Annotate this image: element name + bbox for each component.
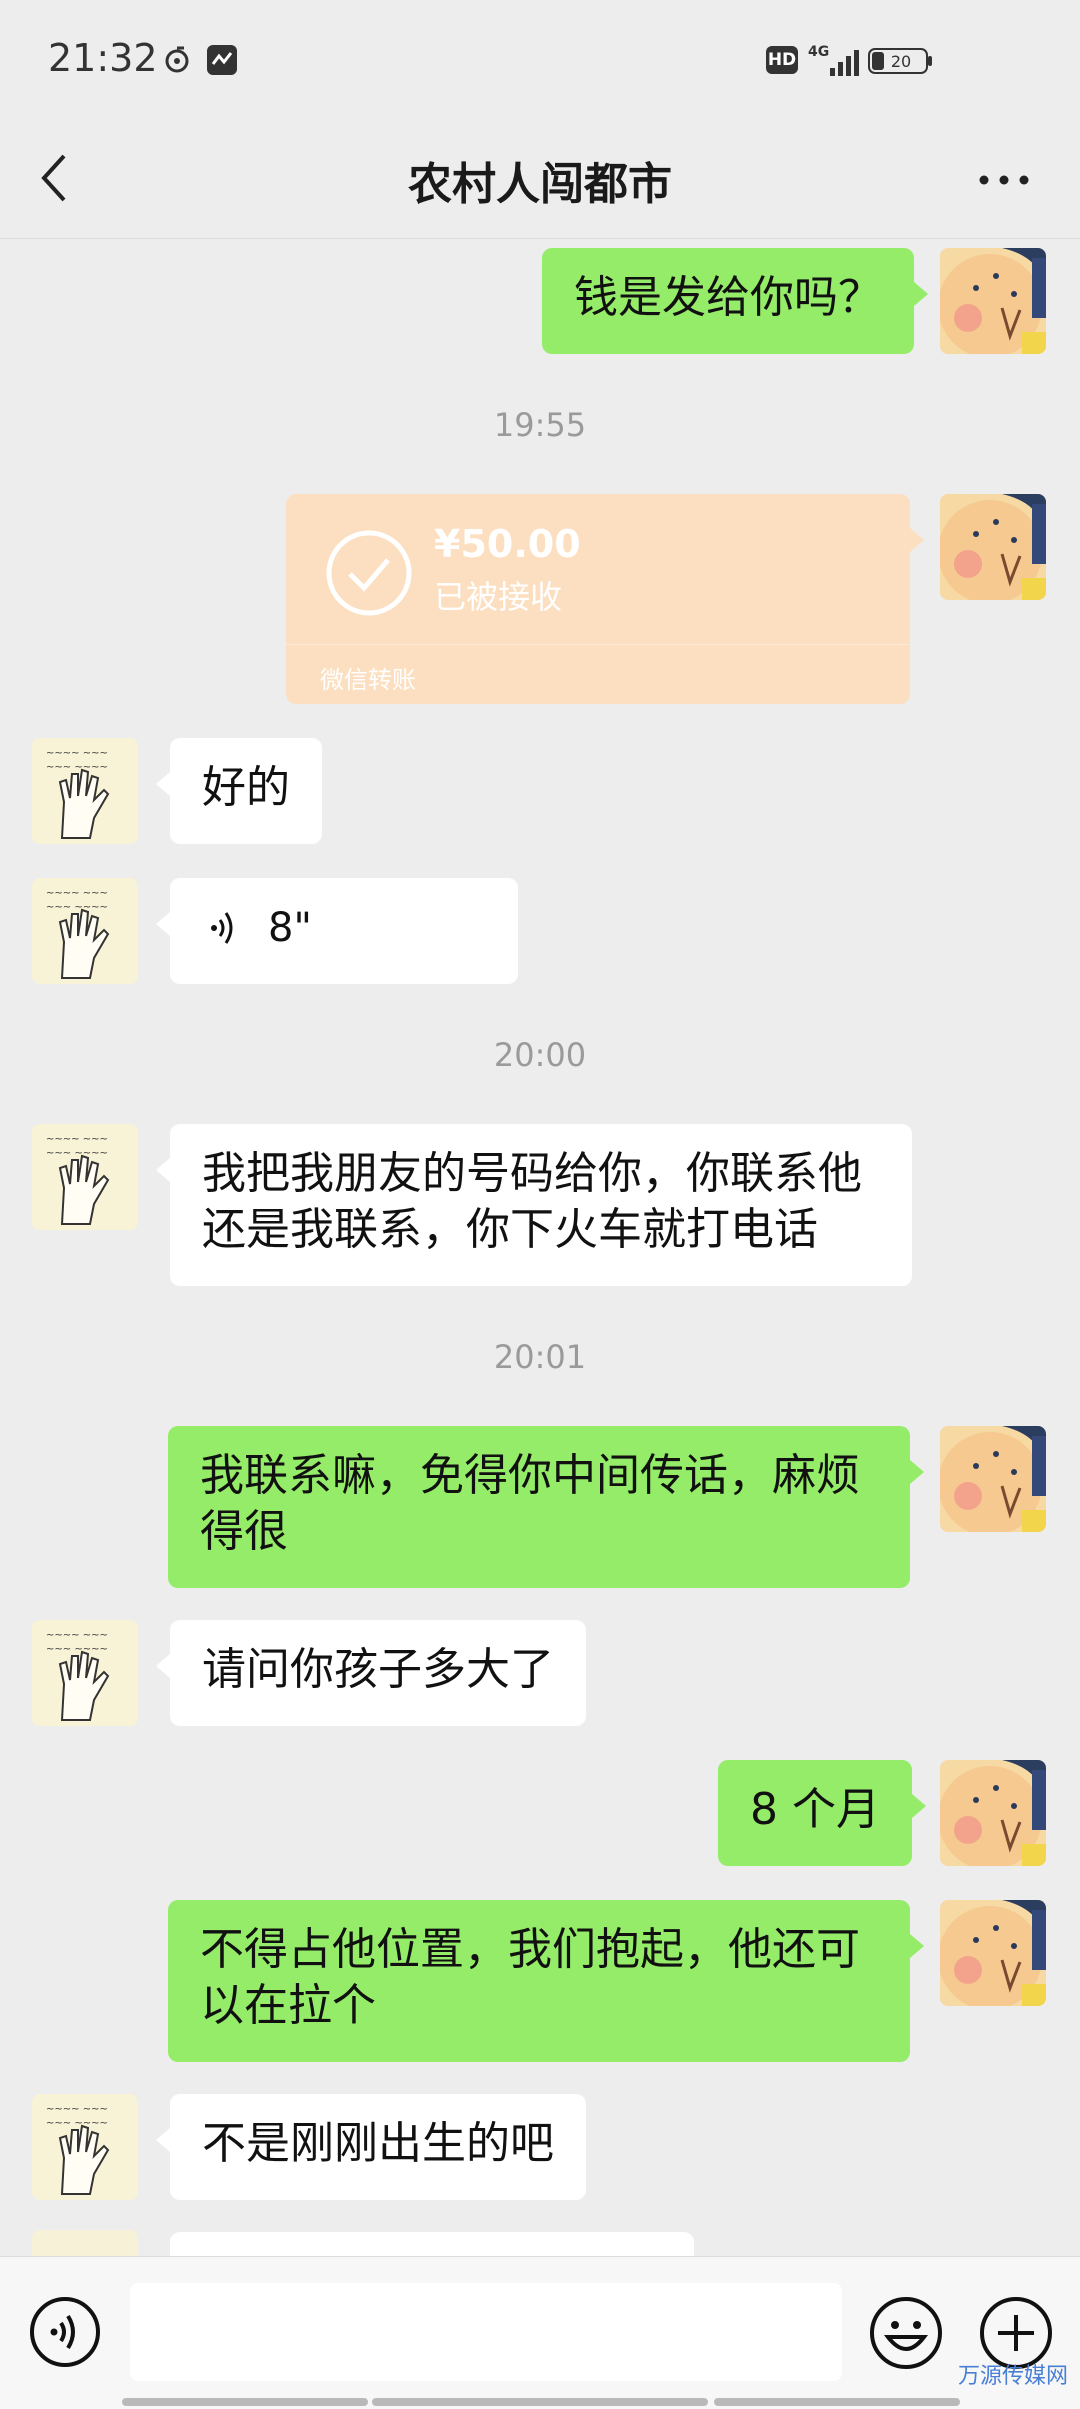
timestamp: 20:00	[493, 1036, 587, 1074]
message-incoming[interactable]: 请问你孩子多大了	[156, 1620, 586, 1726]
emoji-icon[interactable]	[868, 2295, 944, 2371]
message-incoming[interactable]: 好的	[156, 738, 322, 844]
svg-text:4G: 4G	[808, 44, 829, 60]
message-outgoing[interactable]: 钱是发给你吗？	[542, 248, 928, 354]
chat-title: 农村人闯都市	[408, 159, 672, 210]
my-avatar[interactable]	[940, 494, 1046, 600]
sync-icon	[165, 46, 189, 73]
contact-avatar[interactable]	[32, 1124, 138, 1230]
message-incoming[interactable]: 我把我朋友的号码给你，你联系他还是我联系，你下火车就打电话	[156, 1124, 912, 1286]
my-avatar[interactable]	[940, 1760, 1046, 1866]
status-bar: 21:32 HD 4G 20	[0, 0, 1080, 120]
check-circle-icon	[326, 530, 412, 616]
chat-header: 农村人闯都市	[0, 120, 1080, 239]
transfer-divider	[286, 644, 910, 645]
voice-input-icon[interactable]	[28, 2295, 102, 2369]
my-avatar[interactable]	[940, 248, 1046, 354]
transfer-amount: ¥50.00	[434, 522, 581, 566]
my-avatar[interactable]	[940, 1426, 1046, 1532]
message-outgoing[interactable]: 不得占他位置，我们抱起，他还可以在拉个	[168, 1900, 924, 2062]
timestamp: 19:55	[493, 406, 587, 444]
message-incoming[interactable]: 不是刚刚出生的吧	[156, 2094, 586, 2200]
my-avatar[interactable]	[940, 1900, 1046, 2006]
voice-duration: 8"	[268, 905, 312, 951]
voice-wave-icon	[211, 912, 233, 944]
message-outgoing[interactable]: 我联系嘛，免得你中间传话，麻烦得很	[168, 1426, 924, 1588]
input-bar	[0, 2256, 1080, 2409]
timestamp: 20:01	[493, 1338, 587, 1376]
status-time: 21:32	[48, 36, 158, 80]
contact-avatar[interactable]	[32, 2094, 138, 2200]
battery-icon: 20	[868, 48, 932, 74]
contact-avatar[interactable]	[32, 1620, 138, 1726]
transfer-source: 微信转账	[320, 666, 416, 694]
message-outgoing[interactable]: 8 个月	[718, 1760, 926, 1866]
transfer-card[interactable]: ¥50.00 已被接收 微信转账	[286, 494, 924, 704]
gesture-bar	[714, 2398, 960, 2406]
contact-avatar[interactable]	[32, 738, 138, 844]
app-notification-icon	[207, 45, 237, 75]
watermark: 万源传媒网	[958, 2364, 1069, 2389]
battery-level: 20	[891, 52, 911, 71]
transfer-status: 已被接收	[434, 578, 563, 616]
signal-icon: 4G	[808, 44, 859, 76]
gesture-bar	[122, 2398, 368, 2406]
contact-avatar-partial	[32, 2230, 138, 2256]
message-input[interactable]	[130, 2283, 842, 2381]
hd-badge: HD	[766, 46, 798, 74]
voice-message[interactable]: 8"	[156, 878, 518, 984]
contact-avatar[interactable]	[32, 878, 138, 984]
gesture-bar	[372, 2398, 708, 2406]
more-options-icon[interactable]	[974, 160, 1034, 200]
